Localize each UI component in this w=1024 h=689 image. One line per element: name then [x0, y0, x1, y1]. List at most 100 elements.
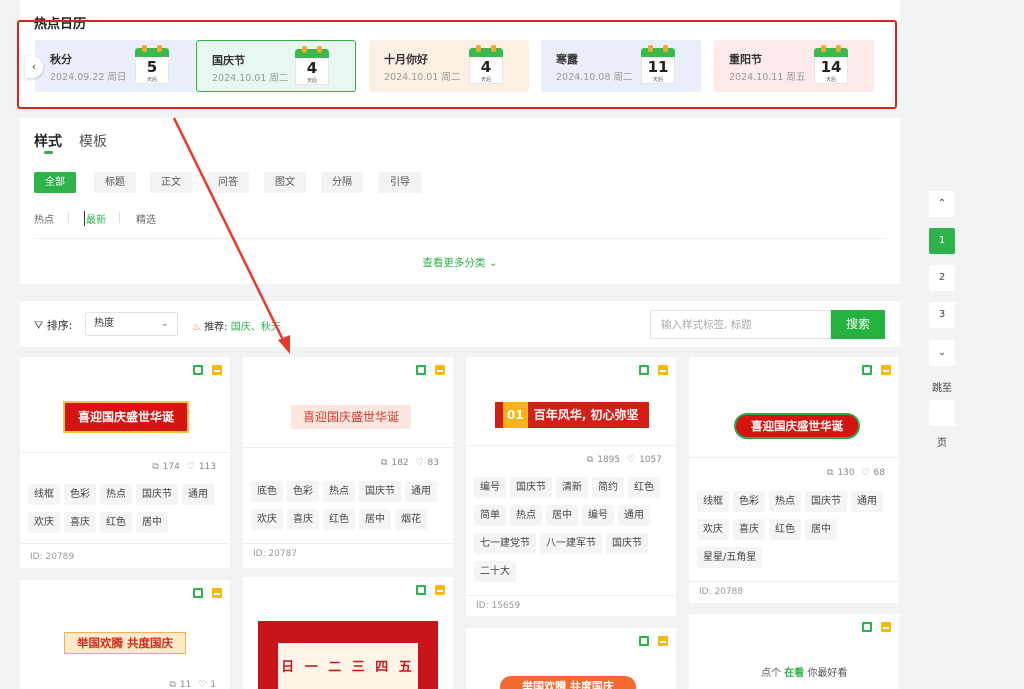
- card-tag[interactable]: 喜庆: [64, 512, 96, 533]
- card-tag[interactable]: 八一建军节: [540, 533, 602, 554]
- hot-calendar-card[interactable]: 秋分 2024.09.22 周日 5 天后: [35, 40, 195, 92]
- recommend-link-national-day[interactable]: 国庆: [231, 322, 251, 333]
- card-tag[interactable]: 国庆节: [805, 491, 847, 512]
- card-tag[interactable]: 通用: [405, 481, 437, 502]
- card-tag[interactable]: 热点: [100, 484, 132, 505]
- sort-dropdown[interactable]: 热度 ⌄: [85, 312, 178, 336]
- hot-calendar-card[interactable]: 国庆节 2024.10.01 周二 4 天后: [196, 40, 356, 92]
- card-tag[interactable]: 红色: [769, 519, 801, 540]
- heart-icon: ♡: [186, 462, 195, 472]
- card-tag[interactable]: 喜庆: [733, 519, 765, 540]
- category-chip-divider[interactable]: 分隔: [321, 172, 363, 193]
- style-card[interactable]: 日 一 二 三 四 五 六: [243, 577, 453, 689]
- card-tag[interactable]: 国庆节: [510, 477, 552, 498]
- bookmark-icon[interactable]: [193, 365, 203, 375]
- card-tag[interactable]: 简单: [474, 505, 506, 526]
- card-tag[interactable]: 清新: [556, 477, 588, 498]
- style-card[interactable]: 喜迎国庆盛世华诞 ⧉ 174 ♡ 113 线框 色彩 热点 国庆节 通用欢庆 喜庆 红色 居中 I…: [20, 357, 230, 568]
- card-tag[interactable]: 二十大: [474, 561, 516, 582]
- card-tag[interactable]: 线框: [28, 484, 60, 505]
- style-card[interactable]: 喜迎国庆盛世华诞 ⧉ 182 ♡ 83 底色 色彩 热点 国庆节 通用欢庆 喜庆 红色 居中 烟花 …: [243, 357, 453, 568]
- card-tag[interactable]: 通用: [618, 505, 650, 526]
- tab-template[interactable]: 模板: [79, 131, 107, 151]
- card-tag[interactable]: 通用: [182, 484, 214, 505]
- card-tag[interactable]: 烟花: [395, 509, 427, 530]
- card-tag[interactable]: 线框: [697, 491, 729, 512]
- recommend-link-autumn[interactable]: 秋天: [261, 322, 281, 333]
- card-tag[interactable]: 国庆节: [606, 533, 648, 554]
- card-tag[interactable]: 通用: [851, 491, 883, 512]
- category-chip-guide[interactable]: 引导: [379, 172, 421, 193]
- tab-style[interactable]: 样式: [34, 131, 62, 151]
- style-card[interactable]: 喜迎国庆盛世华诞 ⧉ 130 ♡ 68 线框 色彩 热点 国庆节 通用欢庆 喜庆 红色 居中星星/…: [689, 357, 899, 603]
- chevron-down-icon[interactable]: ⌄: [929, 340, 955, 366]
- card-tag[interactable]: 色彩: [733, 491, 765, 512]
- style-card[interactable]: 举国欢腾 共度国庆 ⧉ 11 ♡ 1: [20, 580, 230, 689]
- card-tag[interactable]: 欢庆: [251, 509, 283, 530]
- card-tag[interactable]: 热点: [323, 481, 355, 502]
- card-tag[interactable]: 喜庆: [287, 509, 319, 530]
- hot-calendar-card[interactable]: 重阳节 2024.10.11 周五 14 天后: [714, 40, 874, 92]
- style-card[interactable]: 举国欢腾 共度国庆: [466, 628, 676, 689]
- bookmark-icon[interactable]: [193, 588, 203, 598]
- like-count: 1057: [639, 455, 662, 465]
- category-chip-title[interactable]: 标题: [94, 172, 136, 193]
- category-chip-image-text[interactable]: 图文: [264, 172, 306, 193]
- hot-calendar-card[interactable]: 十月你好 2024.10.01 周二 4 天后: [369, 40, 529, 92]
- card-tag[interactable]: 红色: [100, 512, 132, 533]
- card-tag[interactable]: 底色: [251, 481, 283, 502]
- card-tag[interactable]: 热点: [769, 491, 801, 512]
- card-badges: [407, 585, 445, 598]
- card-tag[interactable]: 欢庆: [697, 519, 729, 540]
- card-tag[interactable]: 七一建党节: [474, 533, 536, 554]
- bookmark-icon[interactable]: [862, 622, 872, 632]
- copy-icon: ⧉: [380, 458, 388, 468]
- bookmark-icon[interactable]: [862, 365, 872, 375]
- card-tag[interactable]: 热点: [510, 505, 542, 526]
- bookmark-icon[interactable]: [639, 365, 649, 375]
- card-tag[interactable]: 红色: [628, 477, 660, 498]
- copy-count: 11: [179, 680, 192, 689]
- bookmark-icon[interactable]: [639, 636, 649, 646]
- card-tag[interactable]: 国庆节: [136, 484, 178, 505]
- jump-page-input[interactable]: [929, 400, 955, 426]
- sub-filter-selected[interactable]: 精选: [136, 211, 156, 226]
- card-tag[interactable]: 居中: [136, 512, 168, 533]
- card-tag[interactable]: 色彩: [287, 481, 319, 502]
- hot-calendar-card[interactable]: 寒露 2024.10.08 周二 11 天后: [541, 40, 701, 92]
- card-tag[interactable]: 红色: [323, 509, 355, 530]
- fire-icon: ♨: [192, 322, 201, 333]
- chevron-down-icon: ⌄: [488, 257, 498, 269]
- card-divider: [466, 445, 676, 446]
- card-tag[interactable]: 色彩: [64, 484, 96, 505]
- sub-filter-hot[interactable]: 热点: [34, 211, 54, 226]
- card-tag[interactable]: 星星/五角星: [697, 547, 763, 568]
- card-tag[interactable]: 居中: [546, 505, 578, 526]
- style-card[interactable]: 01 百年风华, 初心弥坚 ⧉ 1895 ♡ 1057 编号 国庆节 清新 简约 红色简单 热点…: [466, 357, 676, 616]
- category-chip-body[interactable]: 正文: [150, 172, 192, 193]
- style-card[interactable]: 点个 在看 你最好看: [689, 614, 899, 689]
- card-tag[interactable]: 居中: [805, 519, 837, 540]
- card-tag[interactable]: 简约: [592, 477, 624, 498]
- chevron-up-icon[interactable]: ⌃: [929, 191, 955, 217]
- card-tag[interactable]: 编号: [474, 477, 506, 498]
- search-button[interactable]: 搜索: [831, 310, 885, 339]
- category-chip-qa[interactable]: 问答: [207, 172, 249, 193]
- page-button-2[interactable]: 2: [929, 265, 955, 291]
- page-button-3[interactable]: 3: [929, 302, 955, 328]
- card-tag[interactable]: 编号: [582, 505, 614, 526]
- like-count: 1: [210, 680, 216, 689]
- copy-icon: ⧉: [152, 462, 159, 472]
- card-divider: [20, 543, 230, 544]
- card-divider: [243, 447, 453, 448]
- card-tag[interactable]: 欢庆: [28, 512, 60, 533]
- page-button-1[interactable]: 1: [929, 228, 955, 254]
- card-tag[interactable]: 国庆节: [359, 481, 401, 502]
- more-categories-link[interactable]: 查看更多分类 ⌄: [20, 255, 900, 270]
- search-input[interactable]: [650, 310, 831, 339]
- card-tag[interactable]: 居中: [359, 509, 391, 530]
- category-chip-all[interactable]: 全部: [34, 172, 76, 193]
- bookmark-icon[interactable]: [416, 365, 426, 375]
- bookmark-icon[interactable]: [416, 585, 426, 595]
- sub-filter-latest[interactable]: 最新: [84, 211, 106, 226]
